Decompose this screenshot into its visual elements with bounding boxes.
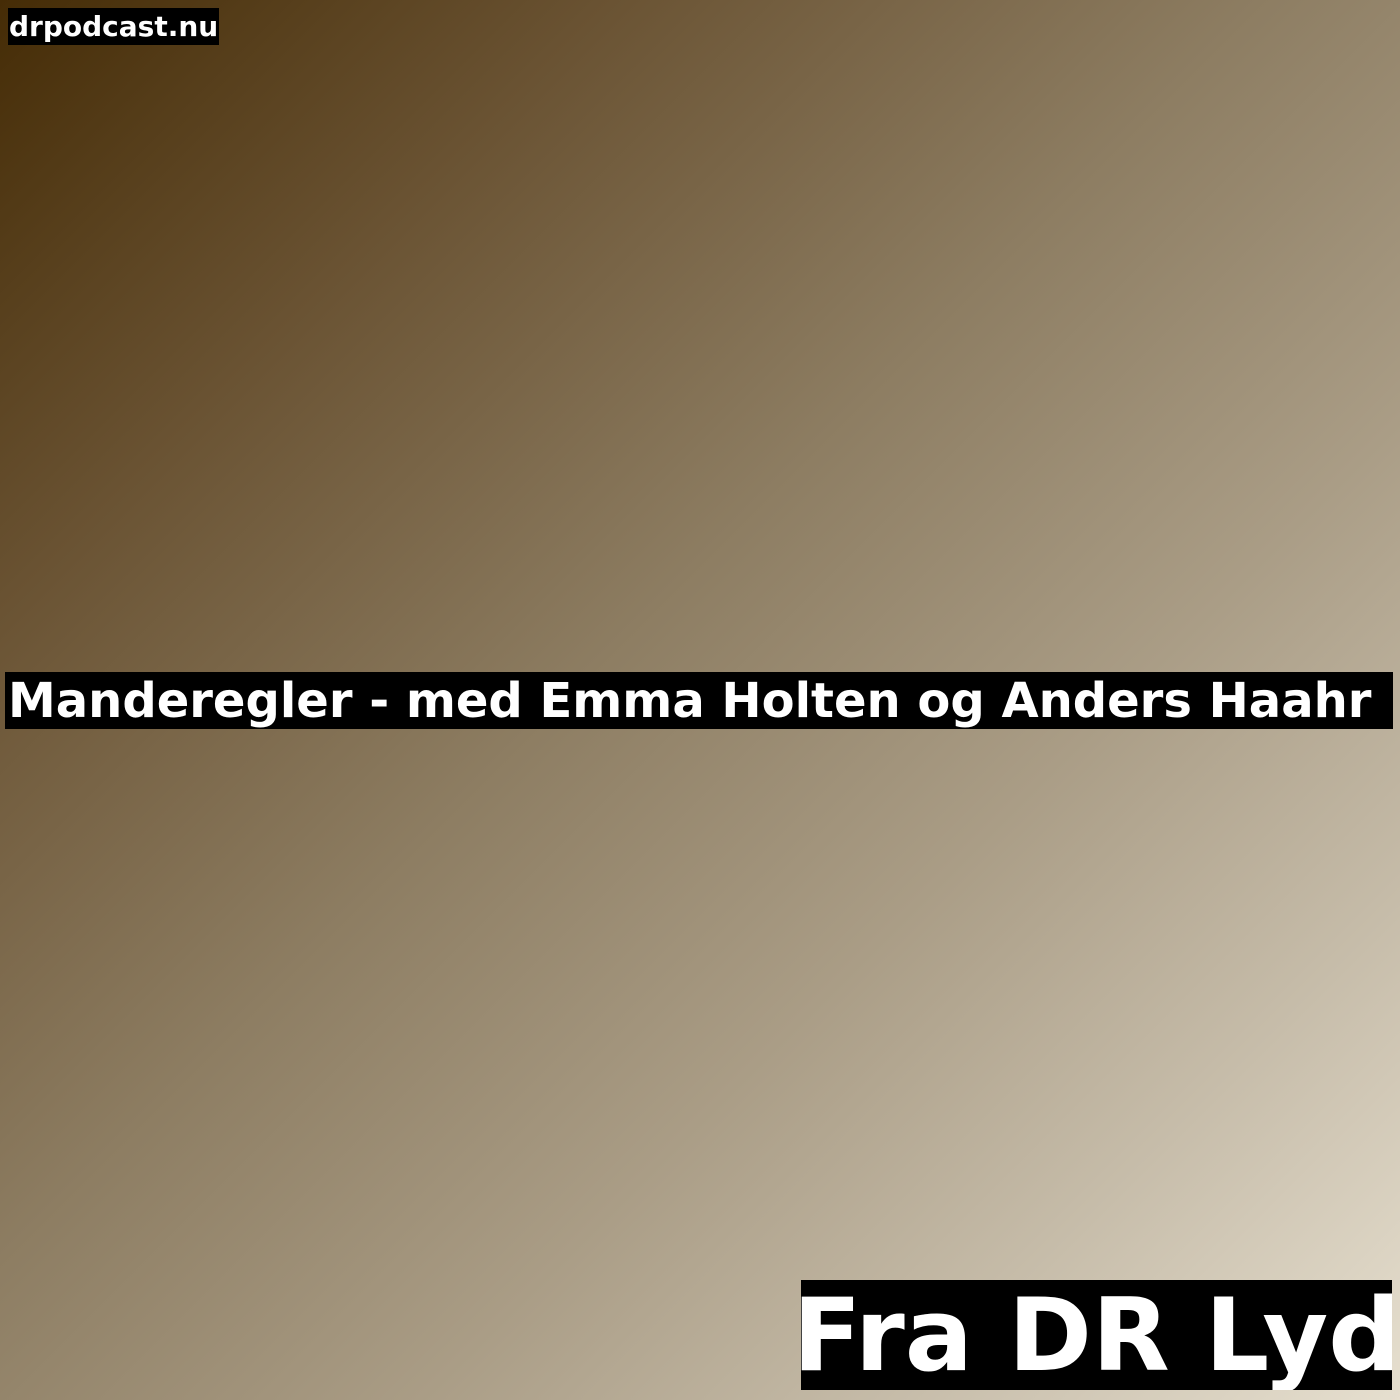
site-label: drpodcast.nu xyxy=(8,8,220,45)
source-tag: Fra DR Lyd xyxy=(801,1280,1392,1390)
podcast-title: Manderegler - med Emma Holten og Anders … xyxy=(5,672,1393,729)
podcast-cover: drpodcast.nu Manderegler - med Emma Holt… xyxy=(0,0,1400,1400)
